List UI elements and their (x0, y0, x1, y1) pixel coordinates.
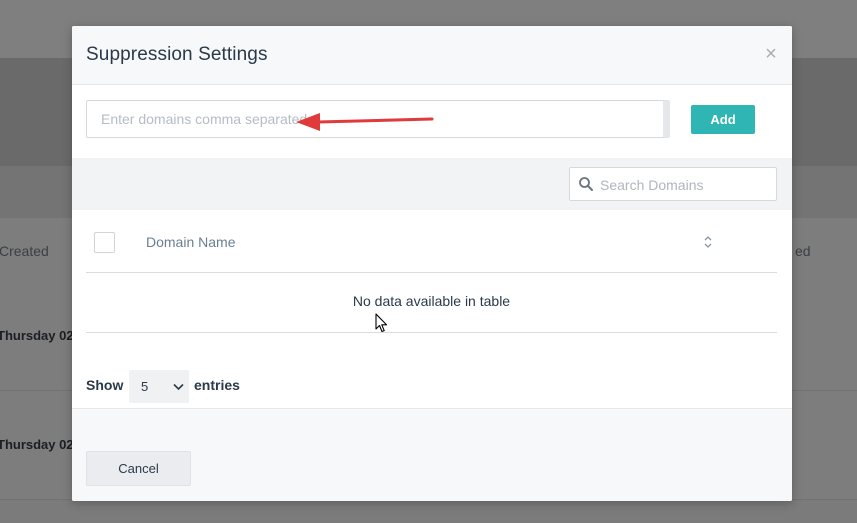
search-box[interactable] (569, 167, 777, 202)
sort-icon[interactable] (703, 235, 713, 249)
entries-selected-value: 5 (141, 379, 149, 394)
background-row-date: Thursday 02 (0, 328, 74, 343)
add-button[interactable]: Add (691, 105, 755, 134)
cancel-button[interactable]: Cancel (86, 451, 191, 486)
background-column-created: Created (0, 243, 49, 259)
entries-per-page-select[interactable]: 5 (129, 370, 189, 403)
suppression-settings-modal: Suppression Settings × Add Domain Name N… (72, 26, 792, 501)
show-label: Show (86, 377, 124, 393)
modal-footer: Cancel (72, 408, 792, 501)
search-domains-input[interactable] (598, 168, 772, 202)
background-row-date: Thursday 02 (0, 437, 74, 452)
table-empty-row: No data available in table (86, 273, 777, 333)
select-all-checkbox[interactable] (94, 232, 115, 253)
modal-title: Suppression Settings (86, 44, 268, 65)
table-header: Domain Name (86, 218, 777, 273)
column-header-domain-name[interactable]: Domain Name (146, 234, 235, 250)
modal-header: Suppression Settings × (72, 26, 792, 85)
entries-label: entries (194, 377, 240, 393)
empty-table-message: No data available in table (352, 293, 511, 309)
search-toolbar (72, 158, 792, 210)
search-icon (579, 177, 593, 191)
background-column-partial: ed (795, 243, 811, 259)
close-icon[interactable]: × (762, 43, 780, 65)
chevron-down-icon (173, 383, 184, 391)
domains-input[interactable] (86, 100, 670, 138)
